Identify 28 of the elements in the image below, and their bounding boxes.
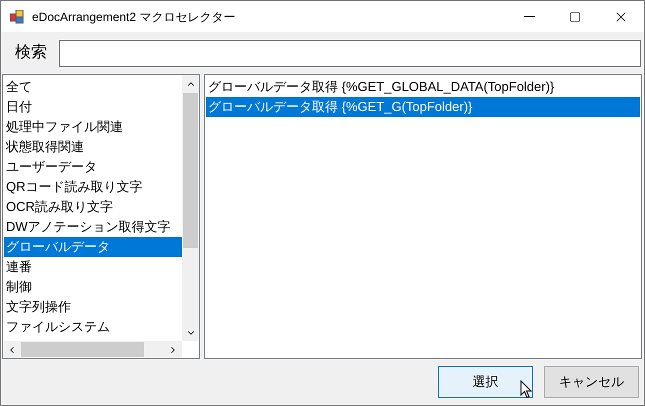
scroll-thumb[interactable] bbox=[21, 342, 144, 357]
category-item[interactable]: 処理中ファイル関連 bbox=[4, 117, 183, 137]
macro-item[interactable]: グローバルデータ取得 {%GET_G(TopFolder)} bbox=[206, 97, 640, 117]
category-item[interactable]: 全て bbox=[4, 77, 183, 97]
scroll-thumb[interactable] bbox=[183, 93, 198, 248]
minimize-icon bbox=[524, 16, 534, 17]
category-item[interactable]: 状態取得関連 bbox=[4, 137, 183, 157]
dialog-button[interactable]: キャンセル bbox=[544, 366, 639, 398]
category-item[interactable]: グローバルデータ bbox=[4, 237, 183, 257]
dialog-button[interactable]: 選択 bbox=[438, 366, 533, 398]
vertical-scrollbar[interactable] bbox=[182, 75, 199, 341]
horizontal-scrollbar[interactable] bbox=[3, 341, 182, 358]
category-item[interactable]: 制御 bbox=[4, 277, 183, 297]
category-item[interactable]: OCR読み取り文字 bbox=[4, 197, 183, 217]
category-item[interactable]: DWアノテーション取得文字 bbox=[4, 217, 183, 237]
category-item[interactable]: 日付 bbox=[4, 97, 183, 117]
macro-item[interactable]: グローバルデータ取得 {%GET_GLOBAL_DATA(TopFolder)} bbox=[206, 77, 640, 97]
category-item[interactable]: QRコード読み取り文字 bbox=[4, 177, 183, 197]
maximize-icon bbox=[569, 10, 581, 22]
app-icon bbox=[10, 10, 24, 24]
category-item[interactable]: ユーザーデータ bbox=[4, 157, 183, 177]
category-item[interactable]: 連番 bbox=[4, 257, 183, 277]
window-title: eDocArrangement2 マクロセレクター bbox=[32, 8, 236, 26]
category-item[interactable]: 文字列操作 bbox=[4, 297, 183, 317]
search-label: 検索 bbox=[15, 42, 48, 63]
mouse-pointer-icon bbox=[520, 380, 532, 399]
search-field[interactable] bbox=[59, 40, 641, 66]
category-item[interactable]: ファイルシステム bbox=[4, 317, 183, 337]
